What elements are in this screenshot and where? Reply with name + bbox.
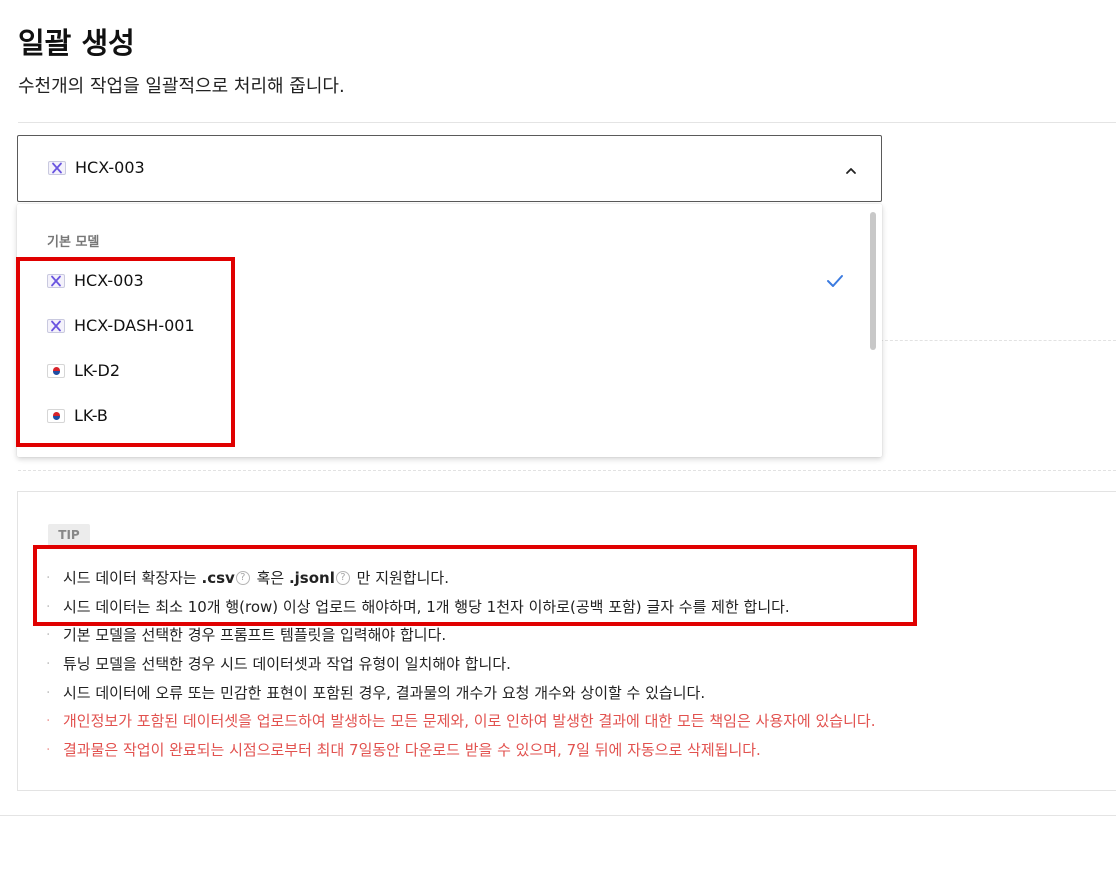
option-label: LK-B [74, 406, 108, 425]
model-option-lk-d2[interactable]: LK-D2 [17, 351, 867, 391]
tip-item: · 기본 모델을 선택한 경우 프롬프트 템플릿을 입력해야 합니다. [46, 621, 875, 650]
tip-text: 개인정보가 포함된 데이터셋을 업로드하여 발생하는 모든 문제와, 이로 인하… [63, 712, 876, 731]
check-icon [826, 273, 844, 292]
tip-text: 만 지원합니다. [351, 569, 449, 587]
bullet: · [46, 656, 51, 673]
tip-text: 시드 데이터 확장자는 [63, 569, 202, 587]
bullet: · [46, 627, 51, 644]
help-icon[interactable]: ? [335, 570, 350, 585]
hcx-x-icon [47, 319, 65, 333]
bullet: · [46, 742, 51, 759]
tip-list: · 시드 데이터 확장자는 .csv? 혹은 .jsonl? 만 지원합니다. ·… [46, 564, 875, 765]
model-select[interactable]: HCX-003 [17, 135, 882, 202]
tip-item: · 시드 데이터는 최소 10개 행(row) 이상 업로드 해야하며, 1개 행… [46, 593, 875, 622]
tip-text: 튜닝 모델을 선택한 경우 시드 데이터셋과 작업 유형이 일치해야 합니다. [63, 655, 511, 674]
help-icon[interactable]: ? [235, 570, 250, 585]
bullet: · [46, 713, 51, 730]
bullet: · [46, 598, 51, 615]
hcx-x-icon [48, 161, 66, 175]
model-option-hcx-dash-001[interactable]: HCX-DASH-001 [17, 306, 867, 346]
option-label: HCX-003 [74, 271, 144, 290]
option-group-label: 기본 모델 [47, 235, 100, 250]
korea-flag-icon [47, 364, 65, 378]
header-divider [18, 122, 1116, 123]
tip-text: 기본 모델을 선택한 경우 프롬프트 템플릿을 입력해야 합니다. [63, 626, 447, 645]
tip-warning-item: · 결과물은 작업이 완료되는 시점으로부터 최대 7일동안 다운로드 받을 수 … [46, 736, 875, 765]
page-subtitle: 수천개의 작업을 일괄적으로 처리해 줍니다. [18, 76, 345, 97]
tip-text: 혹은 [251, 569, 289, 587]
tip-item: · 시드 데이터에 오류 또는 민감한 표현이 포함된 경우, 결과물의 개수가 … [46, 679, 875, 708]
tip-item: · 튜닝 모델을 선택한 경우 시드 데이터셋과 작업 유형이 일치해야 합니다. [46, 650, 875, 679]
section-divider [880, 340, 1116, 341]
dropdown-scrollbar[interactable] [870, 212, 876, 350]
tip-text: 시드 데이터에 오류 또는 민감한 표현이 포함된 경우, 결과물의 개수가 요… [63, 683, 706, 702]
model-select-value: HCX-003 [75, 158, 145, 177]
option-label: HCX-DASH-001 [74, 316, 195, 335]
csv-extension: .csv [201, 569, 235, 587]
korea-flag-icon [47, 409, 65, 423]
tip-panel: TIP · 시드 데이터 확장자는 .csv? 혹은 .jsonl? 만 지원합니… [17, 491, 1116, 791]
footer-divider [0, 815, 1116, 816]
tip-item: · 시드 데이터 확장자는 .csv? 혹은 .jsonl? 만 지원합니다. [46, 564, 875, 593]
model-dropdown-menu: 기본 모델 HCX-003 HCX-DASH-001 LK-D2 LK-B [17, 204, 882, 457]
chevron-up-icon[interactable] [845, 162, 857, 181]
bullet: · [46, 570, 51, 586]
option-label: LK-D2 [74, 361, 120, 380]
jsonl-extension: .jsonl [288, 569, 335, 587]
model-option-lk-b[interactable]: LK-B [17, 396, 867, 436]
tip-text: 결과물은 작업이 완료되는 시점으로부터 최대 7일동안 다운로드 받을 수 있… [63, 741, 761, 760]
model-option-hcx-003[interactable]: HCX-003 [17, 261, 867, 301]
page-title: 일괄 생성 [18, 26, 135, 60]
tip-badge: TIP [48, 524, 90, 546]
tip-warning-item: · 개인정보가 포함된 데이터셋을 업로드하여 발생하는 모든 문제와, 이로 인… [46, 707, 875, 736]
section-divider [18, 470, 1116, 471]
hcx-x-icon [47, 274, 65, 288]
tip-text: 시드 데이터는 최소 10개 행(row) 이상 업로드 해야하며, 1개 행당… [63, 597, 790, 616]
bullet: · [46, 684, 51, 701]
